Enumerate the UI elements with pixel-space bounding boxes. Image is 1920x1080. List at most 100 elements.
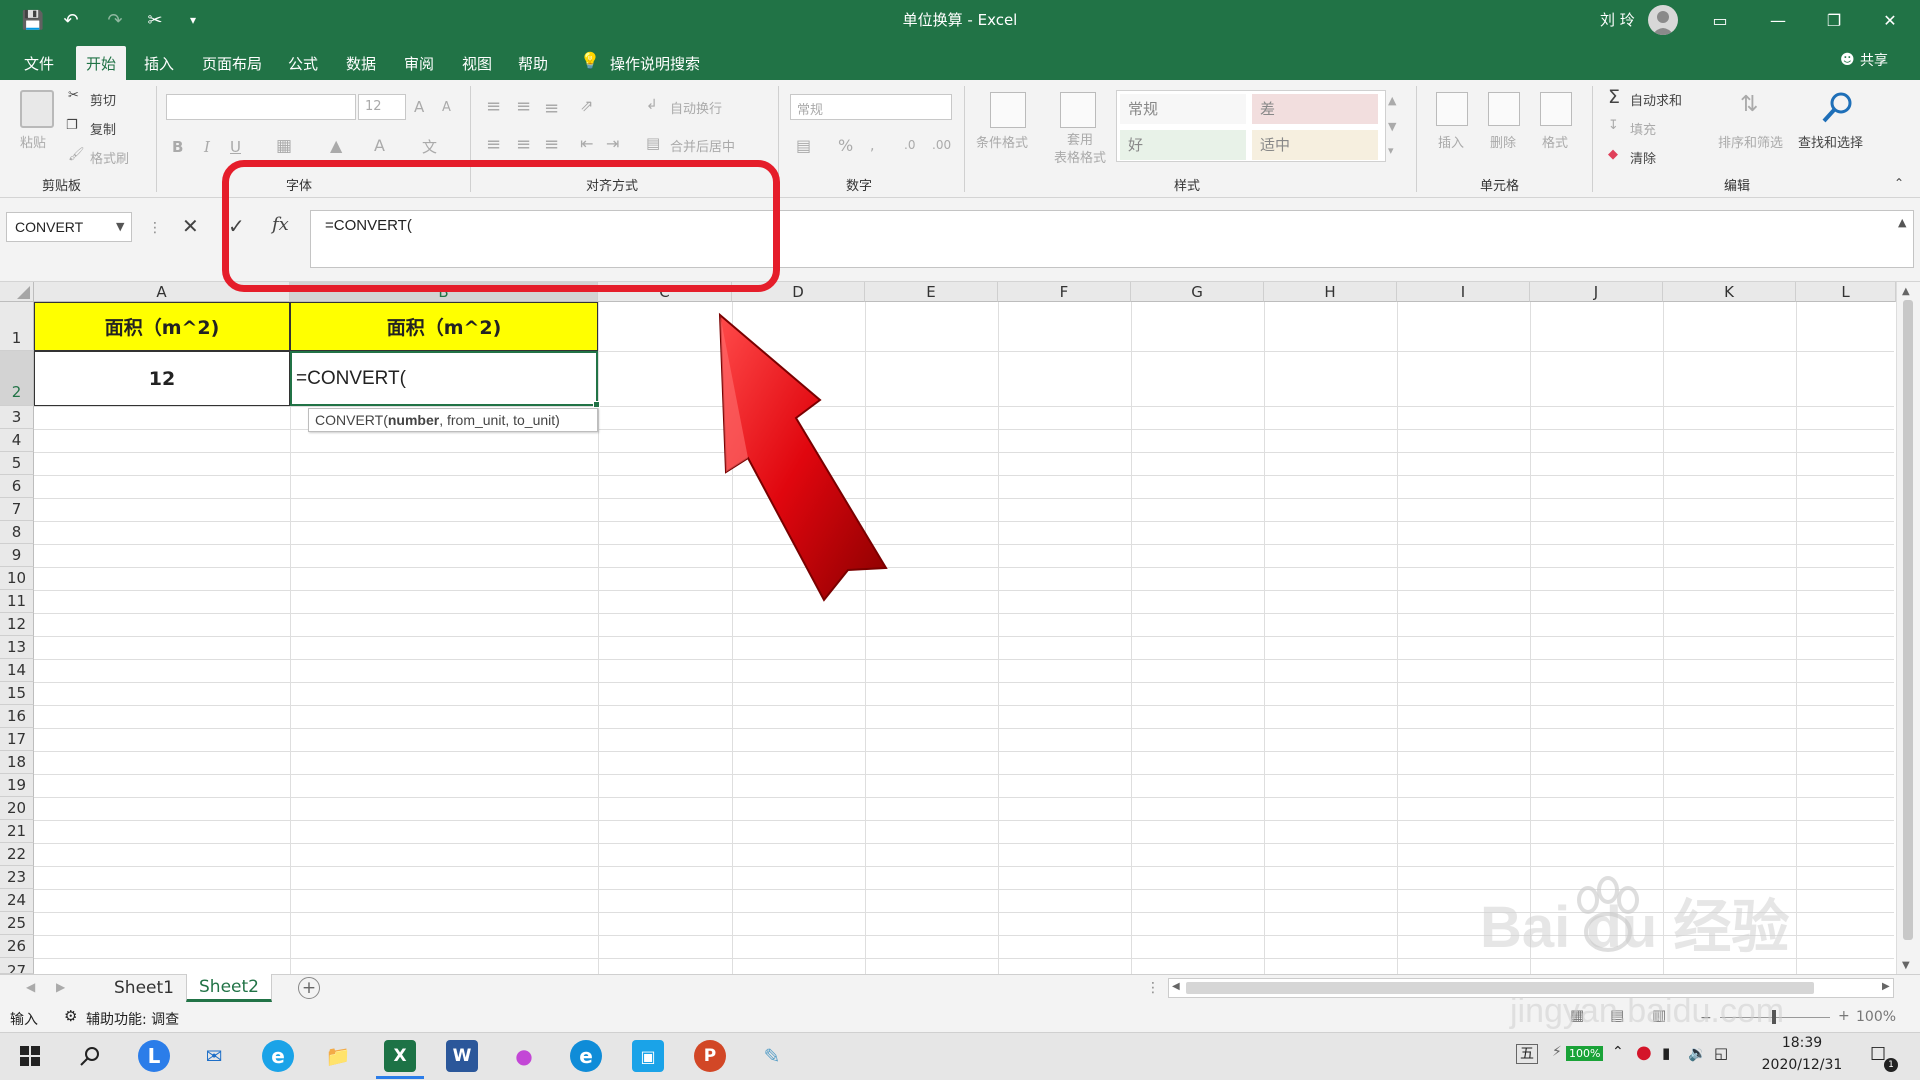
tab-split-grip-icon[interactable]: ⋮	[1146, 980, 1160, 996]
tell-me-search[interactable]: 操作说明搜索	[600, 46, 710, 80]
share-button[interactable]: 共享	[1860, 50, 1888, 70]
qq-tray-icon[interactable]: ●	[1636, 1042, 1652, 1063]
tab-review[interactable]: 审阅	[394, 46, 444, 80]
row-header[interactable]: 4	[0, 429, 34, 452]
paste-button[interactable]: 粘贴	[20, 132, 46, 151]
style-bad[interactable]: 差	[1252, 94, 1378, 124]
close-icon[interactable]: ✕	[1862, 0, 1918, 40]
column-header-l[interactable]: L	[1796, 282, 1896, 302]
bottom-align-icon[interactable]: ≡	[544, 98, 559, 119]
accessibility-icon[interactable]: ⚙	[64, 1007, 77, 1025]
cell-a1[interactable]: 面积（m^2)	[34, 302, 290, 351]
name-box[interactable]: CONVERT	[6, 212, 132, 242]
row-header[interactable]: 6	[0, 475, 34, 498]
shrink-font-icon[interactable]: A	[442, 100, 451, 115]
conditional-format-icon[interactable]	[990, 92, 1026, 128]
row-header[interactable]: 19	[0, 774, 34, 797]
column-header-i[interactable]: I	[1397, 282, 1530, 302]
column-header-g[interactable]: G	[1131, 282, 1264, 302]
align-center-icon[interactable]: ≡	[516, 134, 531, 155]
row-header[interactable]: 2	[0, 351, 34, 406]
delete-cells-button[interactable]: 删除	[1490, 132, 1516, 151]
column-header-k[interactable]: K	[1663, 282, 1796, 302]
row-header[interactable]: 27	[0, 958, 34, 974]
middle-align-icon[interactable]: ≡	[516, 96, 531, 117]
store-app-icon[interactable]: ▣	[632, 1040, 664, 1072]
row-header[interactable]: 16	[0, 705, 34, 728]
avatar[interactable]	[1648, 5, 1678, 35]
tab-help[interactable]: 帮助	[508, 46, 558, 80]
gallery-up-icon[interactable]: ▲	[1388, 94, 1396, 107]
name-box-dropdown-icon[interactable]: ▼	[116, 220, 124, 233]
paste-icon[interactable]	[20, 90, 54, 128]
font-color-icon[interactable]: A	[374, 136, 385, 155]
restore-icon[interactable]: ❐	[1806, 0, 1862, 40]
autosum-button[interactable]: 自动求和	[1630, 90, 1682, 109]
sort-filter-icon[interactable]: ⇅	[1740, 92, 1758, 117]
scroll-up-icon[interactable]: ▲	[1902, 286, 1910, 297]
clear-button[interactable]: 清除	[1630, 148, 1656, 167]
comma-style-icon[interactable]: ,	[870, 138, 874, 154]
phonetic-icon[interactable]: 文	[422, 136, 437, 157]
tab-file[interactable]: 文件	[14, 46, 64, 80]
clock-date[interactable]: 2020/12/31	[1752, 1057, 1852, 1073]
collapse-ribbon-icon[interactable]: ⌃	[1894, 176, 1904, 190]
tab-insert[interactable]: 插入	[134, 46, 184, 80]
wrap-text-icon[interactable]: ↲	[646, 97, 658, 113]
merge-center-icon[interactable]: ▤	[646, 134, 660, 152]
expand-formula-bar-icon[interactable]: ▲	[1898, 216, 1906, 229]
row-header[interactable]: 8	[0, 521, 34, 544]
align-left-icon[interactable]: ≡	[486, 134, 501, 155]
cell-b1[interactable]: 面积（m^2)	[290, 302, 598, 351]
row-header[interactable]: 20	[0, 797, 34, 820]
sort-filter-button[interactable]: 排序和筛选	[1718, 132, 1783, 151]
cancel-entry-icon[interactable]: ✕	[182, 214, 199, 238]
italic-icon[interactable]: I	[204, 138, 210, 156]
scroll-right-icon[interactable]: ▶	[1882, 981, 1890, 992]
copy-button[interactable]: 复制	[90, 119, 116, 138]
row-header[interactable]: 13	[0, 636, 34, 659]
gallery-more-icon[interactable]: ▾	[1388, 144, 1394, 157]
volume-icon[interactable]: 🔉	[1688, 1044, 1707, 1062]
lenovo-app-icon[interactable]: L	[138, 1040, 170, 1072]
fill-color-icon[interactable]: ▲	[330, 136, 342, 155]
increase-decimal-icon[interactable]: .0	[904, 138, 915, 152]
cell-a2[interactable]: 12	[34, 351, 290, 406]
row-header[interactable]: 7	[0, 498, 34, 521]
row-header[interactable]: 11	[0, 590, 34, 613]
vertical-scroll-thumb[interactable]	[1903, 300, 1913, 940]
format-cells-button[interactable]: 格式	[1542, 132, 1568, 151]
number-format-select[interactable]: 常规	[790, 94, 952, 120]
prev-sheet-icon[interactable]: ◀	[26, 980, 35, 994]
ie-browser-icon[interactable]: e	[262, 1040, 294, 1072]
tab-formulas[interactable]: 公式	[278, 46, 328, 80]
next-sheet-icon[interactable]: ▶	[56, 980, 65, 994]
row-header[interactable]: 15	[0, 682, 34, 705]
start-button[interactable]	[14, 1040, 46, 1072]
tooltip-function-name[interactable]: CONVERT(	[315, 412, 388, 428]
row-header[interactable]: 23	[0, 866, 34, 889]
wrap-text-button[interactable]: 自动换行	[670, 98, 722, 117]
cut-icon[interactable]: ✂	[68, 88, 79, 103]
find-select-button[interactable]: 查找和选择	[1798, 132, 1863, 151]
clock-time[interactable]: 18:39	[1752, 1035, 1852, 1051]
tab-view[interactable]: 视图	[452, 46, 502, 80]
increase-indent-icon[interactable]: ⇥	[606, 134, 619, 153]
find-select-icon[interactable]	[1820, 90, 1856, 130]
format-as-table-icon[interactable]	[1060, 92, 1096, 128]
powerpoint-app-icon[interactable]: P	[694, 1040, 726, 1072]
search-icon[interactable]	[74, 1040, 106, 1072]
row-header[interactable]: 10	[0, 567, 34, 590]
scroll-down-icon[interactable]: ▼	[1902, 960, 1910, 971]
top-align-icon[interactable]: ≡	[486, 96, 501, 117]
cut-button[interactable]: 剪切	[90, 90, 116, 109]
excel-app-icon[interactable]: X	[384, 1040, 416, 1072]
conditional-format-button[interactable]: 条件格式	[976, 132, 1028, 151]
decrease-decimal-icon[interactable]: .00	[932, 138, 951, 152]
format-painter-icon[interactable]: 🖌	[68, 147, 85, 162]
style-good[interactable]: 好	[1120, 130, 1246, 160]
font-size-select[interactable]: 12	[358, 94, 406, 120]
format-as-table-button[interactable]: 套用 表格格式	[1042, 132, 1118, 168]
sheet-tab-sheet2[interactable]: Sheet2	[186, 974, 272, 1002]
column-header-j[interactable]: J	[1530, 282, 1663, 302]
